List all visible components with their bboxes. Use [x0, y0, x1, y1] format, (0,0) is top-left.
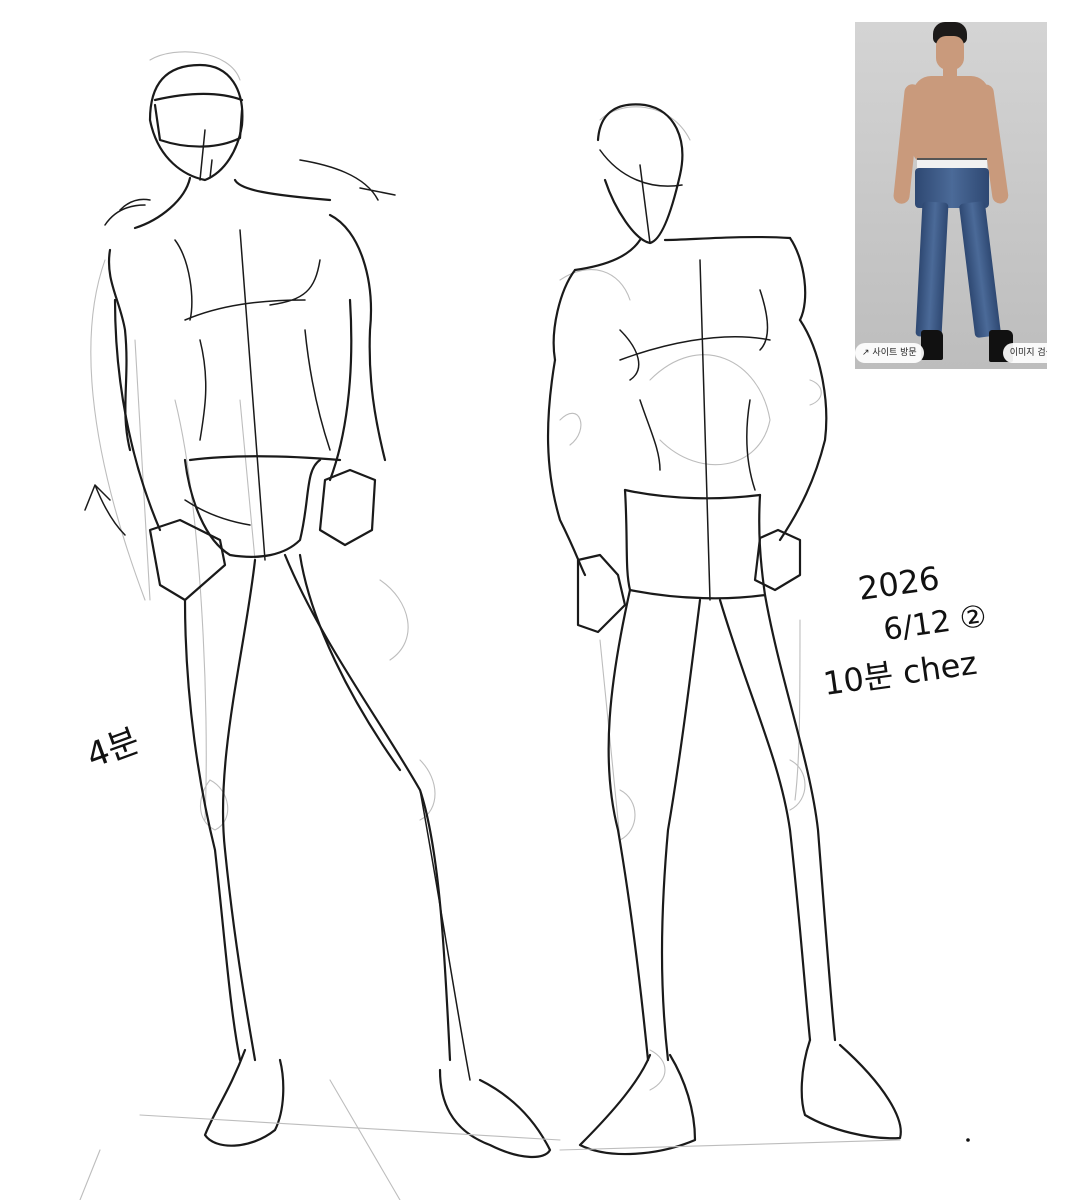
left-time-annotation: 4분 — [81, 721, 144, 777]
arrow-up-right-icon: ↗ — [862, 348, 870, 358]
image-search-button[interactable]: 이미지 검색 — [1002, 343, 1047, 363]
date-annotation-line2: 6/12 ② — [881, 599, 989, 648]
model-jeans-right-leg — [958, 200, 1002, 339]
model-left-boot — [921, 330, 943, 360]
time-author-annotation: 10분 chez — [821, 644, 979, 703]
date-annotation-line1: 2026 — [856, 559, 942, 608]
image-search-label: 이미지 검색 — [1009, 348, 1047, 358]
reference-photo[interactable]: ↗ 사이트 방문 이미지 검색 — [855, 22, 1047, 369]
right-figure-sketch — [546, 103, 902, 1156]
model-jeans-left-leg — [915, 201, 949, 338]
visit-site-button[interactable]: ↗ 사이트 방문 — [855, 343, 924, 363]
left-figure-sketch — [79, 51, 561, 1200]
model-head — [936, 36, 964, 70]
visit-site-label: 사이트 방문 — [872, 348, 917, 358]
ink-dot — [966, 1138, 970, 1142]
